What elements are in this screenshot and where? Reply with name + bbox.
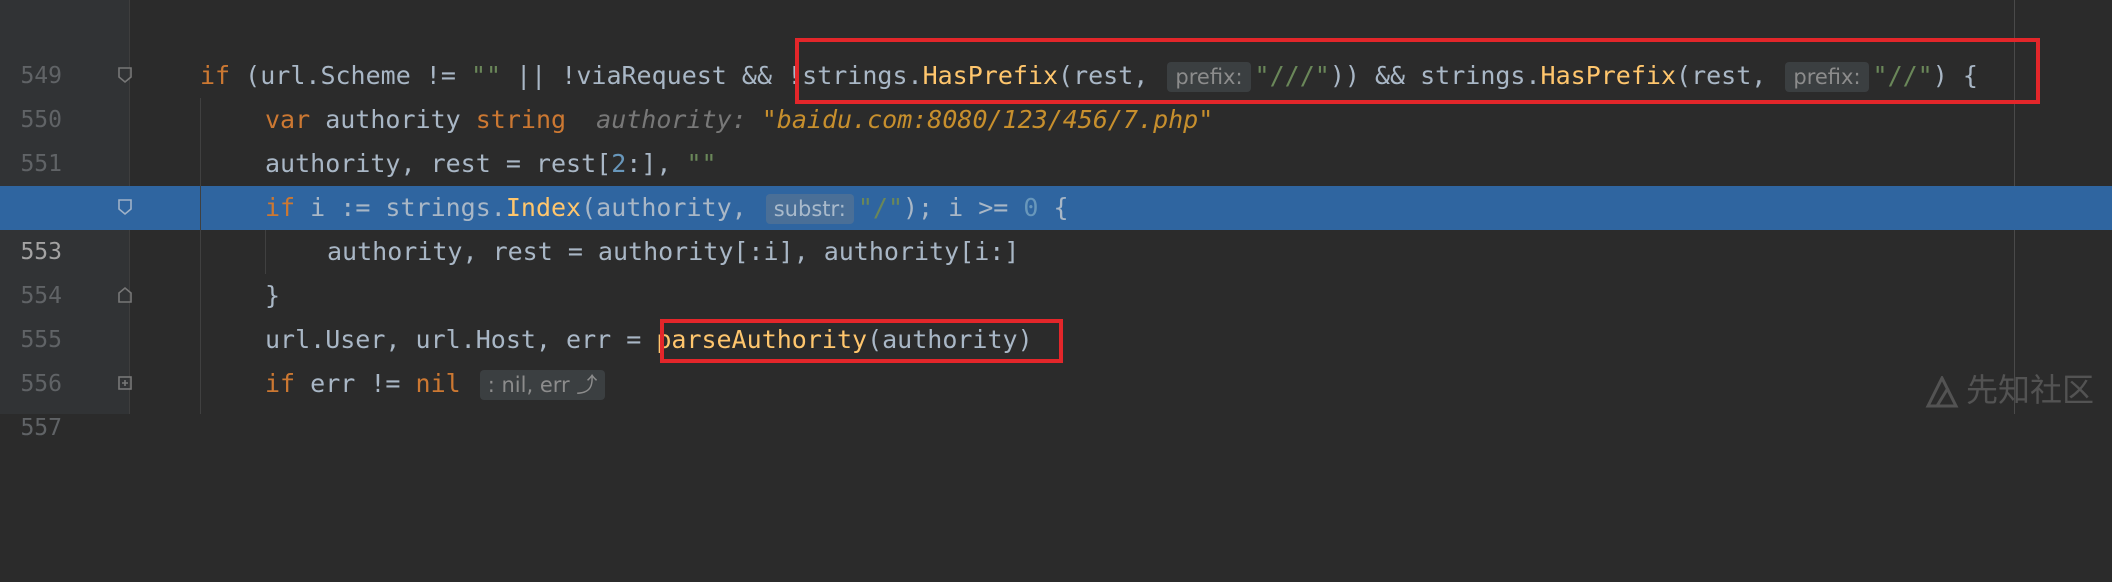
parameter-hint: substr:: [765, 194, 854, 224]
code-text: var authority string authority: "baidu.c…: [265, 105, 1214, 134]
code-line-550[interactable]: 550 if (url.Scheme != "" || !viaRequest …: [0, 54, 2112, 133]
code-line-551[interactable]: 551 var authority string authority: "bai…: [0, 98, 2112, 177]
watermark: 先知社区: [1924, 370, 2094, 410]
fold-open-icon[interactable]: [117, 66, 133, 84]
code-line-553-current[interactable]: 553 if i := strings.Index(authority, sub…: [0, 186, 2112, 265]
code-line-554[interactable]: 554 authority, rest = authority[:i], aut…: [0, 230, 2112, 309]
fold-close-icon[interactable]: [117, 286, 133, 304]
code-line-557[interactable]: 557 if err != nil : nil, err ⤴: [0, 362, 2112, 441]
folded-code-hint[interactable]: : nil, err ⤴: [479, 370, 606, 400]
debug-inline-value-key: authority:: [596, 105, 747, 134]
indent-guide: [200, 98, 201, 414]
line-number: 557: [20, 415, 62, 441]
code-text: if err != nil : nil, err ⤴: [265, 362, 609, 406]
code-line-556[interactable]: 556 url.User, url.Host, err = parseAutho…: [0, 318, 2112, 397]
code-text: }: [265, 281, 281, 310]
jump-arrow-icon: ⤴: [576, 373, 598, 397]
code-text: if i := strings.Index(authority, substr:…: [265, 193, 1069, 224]
parameter-hint: prefix:: [1167, 62, 1251, 92]
fold-collapsed-icon[interactable]: [117, 374, 133, 392]
code-text: if (url.Scheme != "" || !viaRequest && !…: [200, 61, 1978, 92]
code-text: authority, rest = authority[:i], authori…: [327, 237, 1020, 266]
fold-open-icon[interactable]: [117, 198, 133, 216]
code-line-549[interactable]: 549: [0, 10, 2112, 89]
indent-guide: [265, 230, 266, 274]
code-text: url.User, url.Host, err = parseAuthority…: [265, 325, 1033, 354]
code-text: authority, rest = rest[2:], "": [265, 149, 717, 178]
code-line-555[interactable]: 555 }: [0, 274, 2112, 353]
parameter-hint: prefix:: [1785, 62, 1869, 92]
watermark-logo-icon: [1925, 374, 1959, 408]
code-line-552[interactable]: 552 authority, rest = rest[2:], "": [0, 142, 2112, 221]
code-editor[interactable]: 549 550 if (url.Scheme != "" || !viaRequ…: [0, 0, 2112, 441]
debug-inline-value: "baidu.com:8080/123/456/7.php": [761, 105, 1214, 134]
